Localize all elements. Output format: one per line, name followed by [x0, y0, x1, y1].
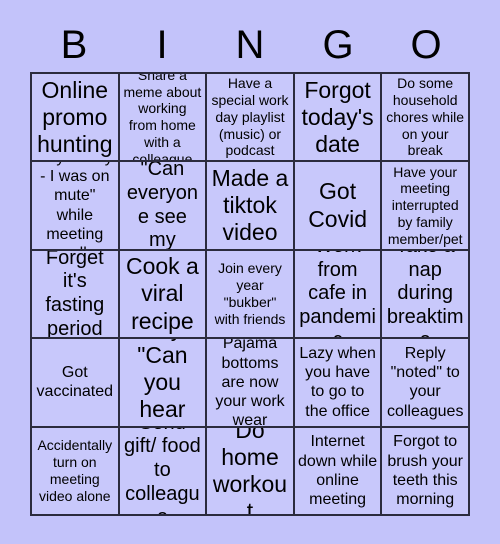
header-letter-n: N	[235, 23, 265, 67]
header-letter-o: O	[410, 23, 442, 67]
bingo-cell[interactable]: Reply "noted" to your colleagues	[382, 339, 470, 428]
bingo-cell-text: Have your meeting interrupted by family …	[387, 163, 463, 247]
bingo-cell[interactable]: Pajama bottoms are now your work wear	[207, 339, 295, 428]
bingo-cell-text: Reply "noted" to your colleagues	[386, 345, 464, 420]
bingo-cell[interactable]: Have your meeting interrupted by family …	[382, 162, 470, 251]
header-letter-i: I	[156, 23, 168, 67]
bingo-cell[interactable]: Have a special work day playlist (music)…	[207, 74, 295, 163]
bingo-cell-text: Do home workout	[212, 427, 288, 516]
bingo-cell[interactable]: Share a meme about working from home wit…	[119, 74, 208, 163]
bingo-cell[interactable]: Lazy when you have to go to the office	[294, 339, 383, 428]
bingo-cell-text: Lazy when you have to go to the office	[299, 345, 376, 420]
bingo-cell-text: Forgot today's date	[301, 76, 374, 157]
header-letter-b: B	[60, 23, 88, 67]
bingo-cell[interactable]: Online promo hunting	[32, 74, 120, 163]
bingo-cell-text: Online promo hunting	[37, 76, 113, 157]
bingo-cell-text: Share a meme about working from home wit…	[123, 74, 202, 163]
bingo-cell-text: Made a tiktok video	[211, 164, 289, 246]
bingo-cell-text: Got Covid	[308, 178, 367, 232]
bingo-cell[interactable]: Join every year "bukber" with friends	[207, 250, 295, 340]
bingo-cell-text: Cook a viral recipe	[125, 253, 199, 334]
bingo-cell[interactable]: Say "Sorry - I was on mute" while meetin…	[32, 162, 120, 251]
bingo-cell-text: Have a special work day playlist (music)…	[211, 75, 289, 159]
bingo-header: B I N G O	[30, 18, 470, 72]
bingo-cell[interactable]: Got vaccinated	[32, 339, 120, 428]
bingo-cell-text: Accidentally turn on meeting video alone	[37, 437, 113, 504]
bingo-cell[interactable]: Accidentally turn on meeting video alone	[32, 427, 120, 516]
bingo-cell[interactable]: Forgot to brush your teeth this morning	[382, 427, 470, 516]
bingo-grid: Online promo hunting Share a meme about w…	[30, 72, 470, 516]
bingo-cell[interactable]: Say "Can you hear me?"	[119, 339, 208, 428]
bingo-cell[interactable]: Do home workout	[207, 427, 295, 516]
bingo-cell[interactable]: Got Covid	[294, 162, 383, 251]
bingo-cell-text: Work from cafe in pandemic	[299, 251, 376, 337]
bingo-cell-text: Take a nap during breaktime	[386, 251, 464, 337]
bingo-cell-text: Say "Can you hear me?"	[136, 339, 189, 425]
bingo-cell-text: Do some household chores while on your b…	[386, 75, 465, 159]
bingo-cell-text: Ask "Can everyone see my screen?"	[126, 162, 198, 251]
bingo-cell-text: Send gift/ food to colleague	[124, 428, 201, 514]
bingo-cell[interactable]: Made a tiktok video	[207, 162, 295, 251]
bingo-cell[interactable]: Work from cafe in pandemic	[294, 250, 383, 340]
bingo-cell[interactable]: Forget it's fasting period	[32, 250, 120, 340]
bingo-cell-text: Join every year "bukber" with friends	[214, 260, 286, 327]
bingo-cell[interactable]: Internet down while online meeting	[294, 427, 383, 516]
header-letter-g: G	[322, 23, 354, 67]
bingo-cell-text: Pajama bottoms are now your work wear	[215, 339, 285, 428]
bingo-cell-text: Forget it's fasting period	[45, 250, 105, 340]
bingo-cell[interactable]: Take a nap during breaktime	[382, 250, 470, 340]
bingo-cell[interactable]: Cook a viral recipe	[119, 250, 208, 340]
bingo-cell[interactable]: Do some household chores while on your b…	[382, 74, 470, 163]
bingo-cell-text: Say "Sorry - I was on mute" while meetin…	[37, 162, 113, 248]
bingo-cell-text: Got vaccinated	[36, 364, 114, 401]
bingo-cell[interactable]: Ask "Can everyone see my screen?"	[119, 162, 208, 251]
bingo-cell[interactable]: Send gift/ food to colleague	[119, 427, 208, 516]
bingo-cell[interactable]: Forgot today's date	[294, 74, 383, 163]
bingo-card: B I N G O Online promo hunting Share a me…	[0, 0, 500, 544]
bingo-cell-text: Internet down while online meeting	[298, 433, 378, 508]
bingo-cell-text: Forgot to brush your teeth this morning	[387, 433, 463, 508]
